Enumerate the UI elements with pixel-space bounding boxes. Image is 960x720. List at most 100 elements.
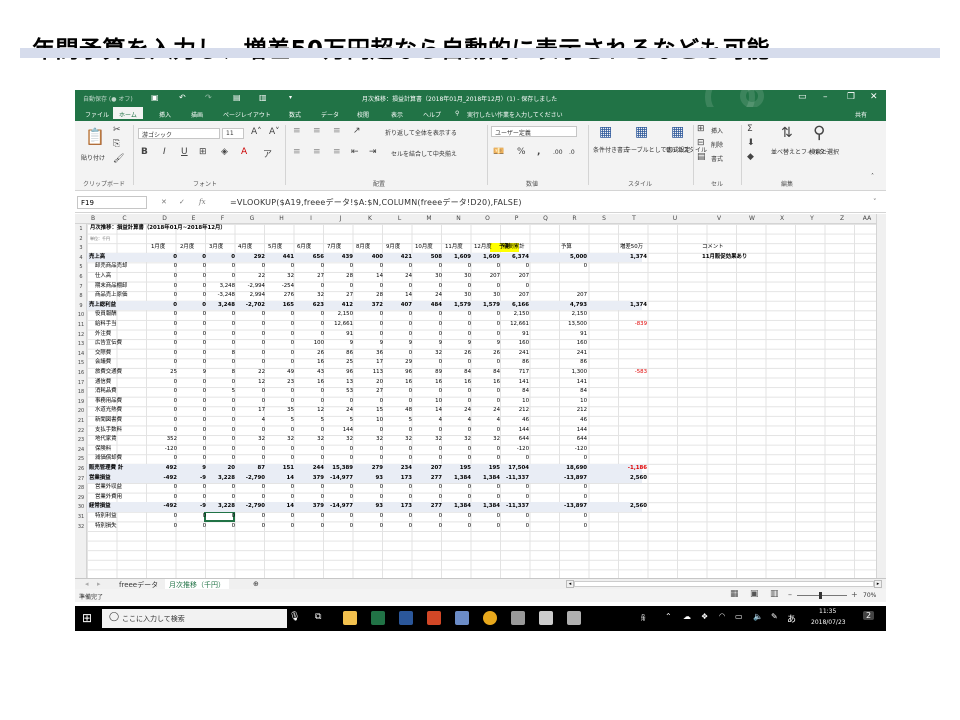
value-cell[interactable]: -839 — [620, 320, 647, 329]
value-cell[interactable]: 0 — [474, 262, 500, 271]
value-cell[interactable]: 0 — [209, 426, 235, 435]
value-cell[interactable]: 0 — [503, 454, 529, 463]
value-cell[interactable]: 0 — [268, 349, 294, 358]
value-cell[interactable]: 0 — [180, 406, 206, 415]
value-cell[interactable]: 0 — [297, 426, 324, 435]
value-cell[interactable]: 0 — [445, 483, 471, 492]
value-cell[interactable]: 2,560 — [620, 502, 647, 511]
value-cell[interactable]: 0 — [180, 416, 206, 425]
value-cell[interactable]: 28 — [327, 272, 353, 281]
value-cell[interactable]: 0 — [180, 426, 206, 435]
value-cell[interactable]: 0 — [356, 522, 383, 531]
taskbar-search[interactable]: ここに入力して検索 — [102, 609, 287, 628]
value-cell[interactable]: 0 — [445, 512, 471, 521]
value-cell[interactable]: 0 — [327, 483, 353, 492]
h-scroll-right-icon[interactable]: ▸ — [874, 580, 882, 588]
value-cell[interactable]: 0 — [151, 378, 177, 387]
value-cell[interactable]: 0 — [297, 320, 324, 329]
value-cell[interactable]: 0 — [209, 320, 235, 329]
row-header[interactable]: 23 — [75, 437, 87, 443]
value-cell[interactable]: 173 — [386, 502, 412, 511]
row-label[interactable]: 地代家賃 — [95, 435, 117, 444]
value-cell[interactable]: 644 — [503, 435, 529, 444]
value-cell[interactable]: 35 — [268, 406, 294, 415]
tab-data[interactable]: データ — [321, 110, 339, 119]
value-cell[interactable]: 0 — [238, 483, 265, 492]
value-cell[interactable]: 0 — [561, 454, 587, 463]
value-cell[interactable]: 0 — [180, 445, 206, 454]
value-cell[interactable]: 0 — [238, 262, 265, 271]
value-cell[interactable]: 421 — [386, 253, 412, 262]
value-cell[interactable]: 0 — [209, 454, 235, 463]
value-cell[interactable]: 0 — [238, 493, 265, 502]
row-label[interactable]: 仕入高 — [95, 272, 111, 281]
value-cell[interactable]: 3,228 — [209, 502, 235, 511]
value-cell[interactable]: 87 — [238, 464, 265, 473]
value-cell[interactable]: 0 — [386, 349, 412, 358]
value-cell[interactable]: 195 — [474, 464, 500, 473]
value-cell[interactable]: 0 — [151, 512, 177, 521]
value-cell[interactable]: 89 — [415, 368, 442, 377]
value-cell[interactable]: 0 — [297, 493, 324, 502]
sort-filter-icon[interactable]: ⇅ — [781, 125, 793, 141]
restore-icon[interactable]: ❐ — [847, 92, 855, 102]
value-cell[interactable]: 27 — [356, 387, 383, 396]
value-cell[interactable]: -2,994 — [238, 282, 265, 291]
value-cell[interactable]: 0 — [180, 512, 206, 521]
value-cell[interactable]: -3,248 — [209, 291, 235, 300]
row-header[interactable]: 25 — [75, 456, 87, 462]
value-cell[interactable]: 0 — [356, 512, 383, 521]
insert-cells-icon[interactable]: ⊞ — [697, 124, 705, 134]
value-cell[interactable]: 0 — [445, 454, 471, 463]
value-cell[interactable]: 379 — [297, 474, 324, 483]
column-header[interactable]: B — [87, 215, 99, 222]
value-cell[interactable]: 0 — [151, 330, 177, 339]
value-cell[interactable]: 10 — [356, 416, 383, 425]
value-cell[interactable]: -13,897 — [561, 502, 587, 511]
value-cell[interactable]: 0 — [327, 454, 353, 463]
column-header[interactable]: M — [414, 215, 444, 222]
value-cell[interactable]: 0 — [415, 387, 442, 396]
redo-icon[interactable]: ↷ — [205, 93, 212, 103]
value-cell[interactable]: 0 — [209, 358, 235, 367]
value-cell[interactable]: 0 — [238, 320, 265, 329]
row-label[interactable]: 商品売上原価 — [95, 291, 127, 300]
copy-icon[interactable]: ⎘ — [113, 139, 120, 149]
value-cell[interactable]: 0 — [209, 310, 235, 319]
value-cell[interactable]: 0 — [209, 253, 235, 262]
value-cell[interactable]: 0 — [268, 483, 294, 492]
find-select-button[interactable]: 検索と選択 — [809, 147, 839, 156]
conditional-format-icon[interactable]: ▦ — [599, 124, 612, 140]
value-cell[interactable]: -13,897 — [561, 474, 587, 483]
value-cell[interactable]: 43 — [297, 368, 324, 377]
value-cell[interactable]: 16 — [415, 378, 442, 387]
value-cell[interactable]: 0 — [503, 512, 529, 521]
value-cell[interactable]: 0 — [474, 310, 500, 319]
word-app-icon[interactable] — [399, 611, 413, 625]
row-header[interactable]: 2 — [75, 236, 87, 242]
value-cell[interactable]: 0 — [268, 445, 294, 454]
column-header[interactable]: AA — [857, 215, 877, 222]
column-header[interactable]: N — [444, 215, 473, 222]
value-cell[interactable]: 144 — [561, 426, 587, 435]
value-cell[interactable]: 0 — [297, 512, 324, 521]
value-cell[interactable]: 14 — [268, 474, 294, 483]
value-cell[interactable]: 372 — [356, 301, 383, 310]
zoom-out-icon[interactable]: – — [788, 590, 792, 599]
value-cell[interactable]: 32 — [327, 435, 353, 444]
wifi-icon[interactable]: ◠ — [719, 612, 725, 620]
value-cell[interactable]: 277 — [415, 502, 442, 511]
value-cell[interactable]: 0 — [209, 435, 235, 444]
row-header[interactable]: 15 — [75, 360, 87, 366]
value-cell[interactable]: 1,384 — [445, 502, 471, 511]
chrome-app-icon[interactable] — [483, 611, 497, 625]
row-label[interactable]: 販売管理費 計 — [89, 464, 123, 473]
tab-review[interactable]: 校閲 — [357, 110, 369, 119]
value-cell[interactable]: 12 — [238, 378, 265, 387]
ime-indicator[interactable]: あ — [787, 612, 796, 625]
format-cells-button[interactable]: 書式 — [711, 154, 723, 163]
value-cell[interactable]: 9 — [415, 339, 442, 348]
value-cell[interactable]: 0 — [386, 310, 412, 319]
value-cell[interactable]: 234 — [386, 464, 412, 473]
value-cell[interactable]: 207 — [503, 291, 529, 300]
